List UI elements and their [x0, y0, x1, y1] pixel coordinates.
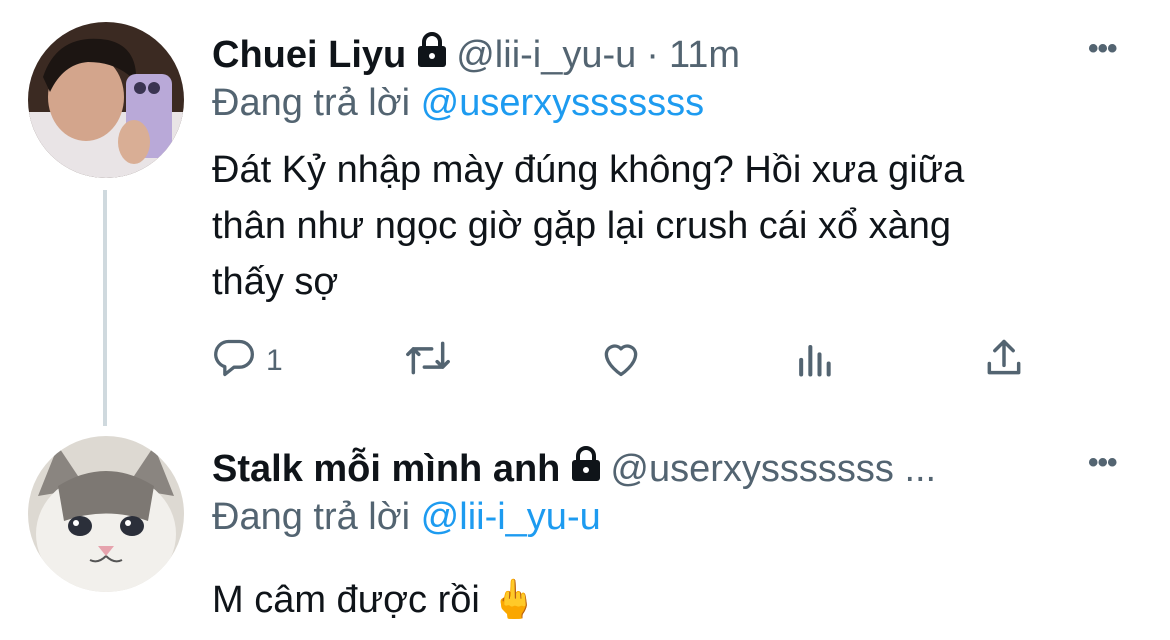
tweet-text: M câm được rồi 🖕 — [212, 572, 538, 628]
tweet-text-line: thân như ngọc giờ gặp lại crush cái xổ x… — [212, 205, 952, 247]
tweet-header: Chuei Liyu @lii-i_yu-u · 11m — [212, 32, 740, 78]
more-options-button[interactable]: ••• — [1088, 446, 1117, 480]
heart-icon — [598, 336, 644, 385]
reply-prefix: Đang trả lời — [212, 82, 411, 124]
user-handle[interactable]: @userxysssssss ... — [610, 448, 936, 491]
tweet-text-line: thấy sợ — [212, 261, 339, 303]
share-button[interactable] — [982, 336, 1026, 385]
reply-icon — [212, 336, 256, 385]
reply-mention-link[interactable]: @lii-i_yu-u — [421, 496, 601, 538]
tweet-text-line: M câm được rồi — [212, 579, 480, 621]
more-options-button[interactable]: ••• — [1088, 32, 1117, 66]
tweet-actions-bar: 1 — [212, 336, 1042, 386]
tweet-text: Đát Kỷ nhập mày đúng không? Hồi xưa giữa… — [212, 142, 1112, 310]
reply-prefix: Đang trả lời — [212, 496, 411, 538]
timestamp[interactable]: 11m — [669, 34, 740, 77]
display-name[interactable]: Stalk mỗi mình anh — [212, 448, 560, 491]
lock-icon — [570, 446, 602, 492]
like-button[interactable] — [598, 336, 644, 385]
reply-context: Đang trả lời @lii-i_yu-u — [212, 496, 601, 539]
analytics-button[interactable] — [794, 336, 834, 385]
analytics-icon — [794, 336, 834, 385]
tweet-text-line: Đát Kỷ nhập mày đúng không? Hồi xưa giữa — [212, 149, 965, 191]
avatar[interactable] — [28, 22, 184, 178]
display-name[interactable]: Chuei Liyu — [212, 34, 406, 77]
retweet-icon — [402, 336, 454, 385]
avatar[interactable] — [28, 436, 184, 592]
separator-dot: · — [646, 33, 659, 76]
reply-mention-link[interactable]: @userxysssssss — [421, 82, 705, 124]
reply-context: Đang trả lời @userxysssssss — [212, 82, 704, 125]
reply-count: 1 — [266, 343, 283, 377]
retweet-button[interactable] — [402, 336, 454, 385]
user-handle[interactable]: @lii-i_yu-u — [456, 34, 636, 77]
thread-connector-line — [103, 190, 107, 426]
middle-finger-emoji: 🖕 — [490, 579, 538, 621]
reply-button[interactable]: 1 — [212, 336, 283, 385]
lock-icon — [416, 32, 448, 78]
tweet-header: Stalk mỗi mình anh @userxysssssss ... — [212, 446, 936, 492]
share-icon — [982, 336, 1026, 385]
